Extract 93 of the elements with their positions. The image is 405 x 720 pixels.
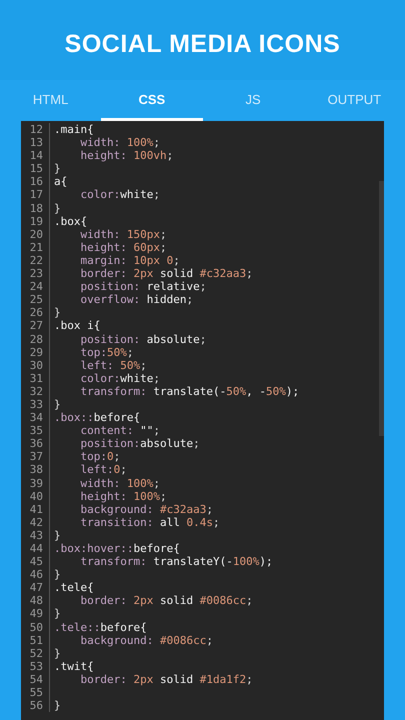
line-number: 14 — [21, 149, 50, 162]
line-number: 38 — [21, 463, 50, 477]
code-line: top:0; — [79, 450, 120, 464]
code-line: .box::before{ — [53, 411, 140, 424]
line-number: 42 — [21, 516, 50, 529]
line-number: 40 — [21, 490, 50, 503]
code-line: width: 150px; — [79, 228, 167, 241]
line-number: 25 — [21, 293, 50, 306]
code-line: .box i{ — [53, 319, 100, 332]
code-line: } — [53, 162, 61, 176]
line-number: 35 — [21, 424, 50, 438]
code-line: } — [53, 528, 61, 542]
line-number: 20 — [21, 228, 50, 241]
line-number: 12 — [21, 123, 50, 136]
code-line: content: ""; — [79, 424, 160, 438]
code-line: } — [53, 646, 61, 660]
code-line: } — [53, 568, 61, 582]
line-number: 37 — [21, 450, 50, 464]
line-number: 54 — [21, 672, 50, 686]
line-number: 22 — [21, 254, 50, 268]
line-number: 55 — [21, 686, 50, 700]
code-line: transform: translate(-50%, -50%); — [79, 384, 300, 398]
code-line: transition: all 0.4s; — [79, 516, 220, 529]
code-line: height: 100%; — [79, 490, 167, 503]
line-number: 49 — [21, 607, 50, 621]
code-line: background: #c32aa3; — [79, 502, 213, 516]
line-number: 39 — [21, 476, 50, 490]
line-number: 15 — [21, 162, 50, 176]
line-number: 34 — [21, 411, 50, 424]
line-number: 50 — [21, 620, 50, 634]
code-line: color:white; — [79, 372, 160, 385]
tab[interactable]: JS — [202, 80, 304, 121]
code-line: .tele::before{ — [53, 620, 147, 634]
code-line: width: 100%; — [79, 136, 160, 150]
line-number: 17 — [21, 188, 50, 202]
line-number: 16 — [21, 175, 50, 188]
code-line: } — [53, 398, 61, 412]
line-number: 43 — [21, 528, 50, 542]
line-number: 23 — [21, 267, 50, 280]
line-number: 13 — [21, 136, 50, 150]
code-line: border: 2px solid #0086cc; — [79, 594, 253, 608]
code-line: position: relative; — [79, 280, 206, 294]
code-line: transform: translateY(-100%); — [79, 555, 273, 568]
code-line: } — [53, 607, 61, 621]
line-number: 51 — [21, 634, 50, 647]
line-number: 19 — [21, 214, 50, 228]
line-number: 30 — [21, 358, 50, 372]
code-line: position: absolute; — [79, 332, 206, 346]
line-number: 31 — [21, 372, 50, 385]
line-number: 36 — [21, 437, 50, 450]
line-number: 26 — [21, 306, 50, 320]
line-number: 41 — [21, 502, 50, 516]
line-number: 46 — [21, 568, 50, 582]
line-number: 44 — [21, 542, 50, 556]
code-line: a{ — [53, 175, 68, 188]
line-number: 52 — [21, 646, 50, 660]
line-number: 27 — [21, 319, 50, 332]
line-number: 28 — [21, 332, 50, 346]
line-number: 29 — [21, 346, 50, 359]
line-number: 48 — [21, 594, 50, 608]
code-line: left:0; — [79, 463, 127, 477]
code-line: overflow: hidden; — [79, 293, 194, 306]
line-number: 56 — [21, 699, 50, 712]
line-number: 18 — [21, 202, 50, 215]
line-number: 33 — [21, 398, 50, 412]
line-number: 45 — [21, 555, 50, 568]
code-line: left: 50%; — [79, 358, 147, 372]
code-line: background: #0086cc; — [79, 634, 213, 647]
code-line: } — [53, 306, 61, 320]
code-line: color:white; — [79, 188, 160, 202]
code-line: width: 100%; — [79, 476, 160, 490]
code-line: height: 60px; — [79, 240, 167, 254]
line-number: 21 — [21, 240, 50, 254]
line-number: 47 — [21, 581, 50, 594]
code-line: position:absolute; — [79, 437, 200, 450]
code-line: .box:hover::before{ — [53, 542, 180, 556]
code-line: .twit{ — [53, 660, 94, 673]
code-line: border: 2px solid #c32aa3; — [79, 267, 253, 280]
line-number: 24 — [21, 280, 50, 294]
code-line: .main{ — [53, 123, 94, 136]
code-line: } — [53, 699, 61, 712]
line-number: 32 — [21, 384, 50, 398]
code-line: height: 100vh; — [79, 149, 174, 162]
code-line: top:50%; — [79, 346, 134, 359]
page-title: SOCIAL MEDIA ICONS — [64, 28, 340, 58]
line-number: 53 — [21, 660, 50, 673]
tab[interactable]: HTML — [0, 80, 102, 121]
tab[interactable]: OUTPUT — [304, 80, 405, 121]
code-line: .tele{ — [53, 581, 94, 594]
code-line: margin: 10px 0; — [79, 254, 180, 268]
code-line: } — [53, 202, 61, 215]
code-line: border: 2px solid #1da1f2; — [79, 672, 253, 686]
code-line: .box{ — [53, 214, 88, 228]
